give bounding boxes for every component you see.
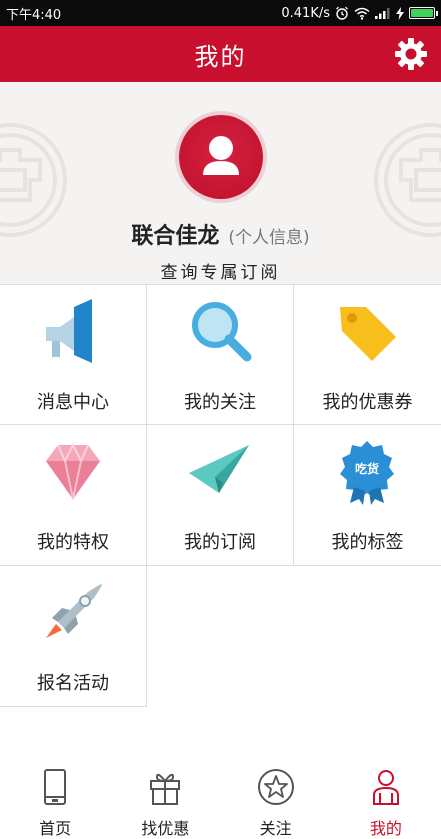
rocket-icon	[46, 584, 102, 638]
megaphone-icon	[46, 299, 92, 363]
menu-item-my-tags[interactable]: 吃货 我的标签	[294, 425, 441, 566]
title-bar: 我的	[0, 26, 441, 82]
badge-text: 吃货	[355, 461, 379, 476]
menu-label: 消息中心	[37, 392, 109, 413]
menu-item-my-subscriptions[interactable]: 我的订阅	[147, 425, 294, 566]
avatar[interactable]	[179, 115, 263, 199]
gift-box-icon	[150, 773, 181, 805]
nav-item-find-deals[interactable]: 找优惠	[110, 759, 220, 839]
paper-plane-icon	[189, 445, 249, 493]
menu-label: 我的订阅	[184, 532, 256, 553]
nav-item-home[interactable]: 首页	[0, 759, 110, 839]
menu-row: 报名活动	[0, 566, 441, 707]
nav-label: 关注	[259, 819, 292, 838]
charging-bolt-icon	[396, 6, 404, 20]
page-title: 我的	[194, 42, 247, 71]
battery-level	[411, 9, 433, 17]
nav-label: 找优惠	[141, 819, 190, 838]
menu-row: 消息中心 我的关注 我的优惠券	[0, 284, 441, 425]
phone-icon	[44, 769, 67, 805]
menu-label: 我的标签	[331, 532, 404, 553]
status-time: 下午4:40	[6, 7, 62, 23]
menu-item-my-privileges[interactable]: 我的特权	[0, 425, 147, 566]
person-icon	[372, 770, 399, 805]
menu-item-my-coupons[interactable]: 我的优惠券	[294, 284, 441, 425]
status-bar: 下午4:40 0.41K/s	[0, 0, 441, 26]
magnifier-icon	[192, 302, 252, 362]
nav-item-mine[interactable]: 我的	[331, 759, 441, 839]
profile-name-row: 联合佳龙 (个人信息)	[0, 218, 441, 250]
network-speed: 0.41K/s	[281, 5, 330, 21]
nav-label: 首页	[39, 819, 72, 838]
app-screen: 下午4:40 0.41K/s 我的 联合佳龙 (个人信息) 查询专属订阅 消息中…	[0, 0, 441, 839]
menu-label: 我的关注	[184, 392, 256, 413]
nav-label: 我的	[369, 819, 402, 838]
menu-item-my-follows[interactable]: 我的关注	[147, 284, 294, 425]
status-indicators: 0.41K/s	[281, 5, 438, 21]
user-avatar-icon	[203, 136, 239, 175]
menu-empty-cell	[147, 566, 294, 707]
gear-icon[interactable]	[393, 36, 429, 72]
subscription-query-link[interactable]: 查询专属订阅	[0, 258, 441, 283]
profile-section: 联合佳龙 (个人信息) 查询专属订阅	[0, 82, 441, 284]
alarm-clock-icon	[336, 6, 348, 20]
wifi-icon	[354, 7, 370, 20]
diamond-icon	[46, 442, 100, 500]
menu-item-event-signup[interactable]: 报名活动	[0, 566, 147, 707]
menu-grid: 消息中心 我的关注 我的优惠券 我的特权 我的订阅 吃货 我的标签 报名活动	[0, 284, 441, 707]
nav-item-follow[interactable]: 关注	[221, 759, 331, 839]
price-tag-icon	[340, 307, 396, 361]
bottom-navigation: 首页 找优惠 关注 我的	[0, 759, 441, 839]
battery-charging-icon	[409, 7, 438, 19]
cellular-signal-icon	[375, 8, 390, 19]
menu-label: 我的特权	[37, 532, 109, 553]
menu-empty-cell	[294, 566, 441, 707]
menu-row: 我的特权 我的订阅 吃货 我的标签	[0, 425, 441, 566]
menu-label: 报名活动	[37, 673, 109, 694]
badge-icon: 吃货	[340, 441, 394, 505]
star-circle-icon	[257, 769, 294, 805]
personal-info-link[interactable]: (个人信息)	[228, 228, 309, 248]
menu-label: 我的优惠券	[322, 392, 413, 413]
menu-item-message-center[interactable]: 消息中心	[0, 284, 147, 425]
profile-name[interactable]: 联合佳龙	[131, 224, 219, 249]
